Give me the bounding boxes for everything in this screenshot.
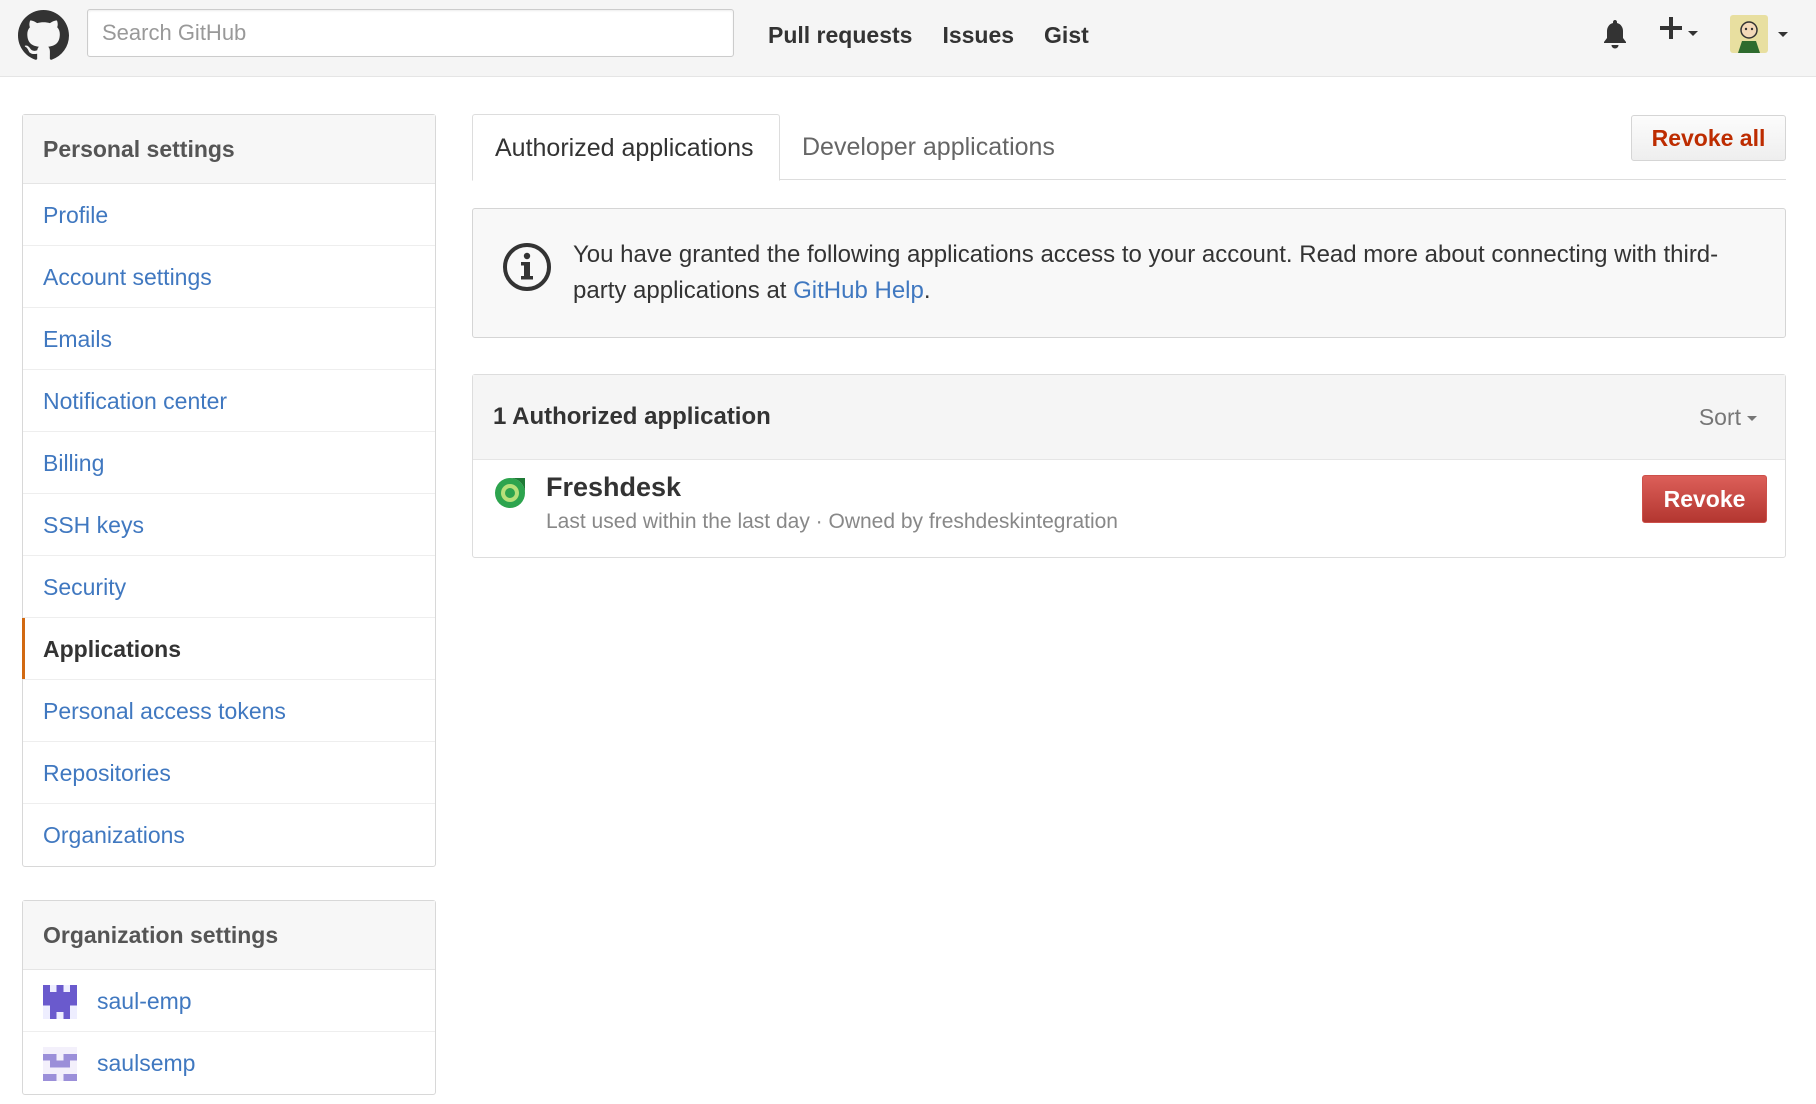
authorized-applications-box: 1 Authorized application Sort Freshdesk … [472,374,1786,558]
sort-label: Sort [1698,404,1741,430]
search-input[interactable] [87,9,734,57]
sort-dropdown[interactable]: Sort [1699,375,1757,459]
org-avatar-icon [43,1047,77,1081]
info-message-suffix: . [923,277,931,304]
app-name[interactable]: Freshdesk [546,472,681,503]
sidebar-item-ssh-keys[interactable]: SSH keys [23,494,435,556]
sidebar-item-emails[interactable]: Emails [23,308,435,370]
freshdesk-logo-icon [495,478,525,508]
app-meta: Last used within the last day · Owned by… [546,510,1118,533]
sidebar-item-applications[interactable]: Applications [22,618,435,680]
sidebar-item-repositories[interactable]: Repositories [23,742,435,804]
organization-settings-menu: Organization settings saul-emp saulsemp [22,900,436,1095]
revoke-all-button[interactable]: Revoke all [1631,115,1786,161]
info-message-text: You have granted the following applicati… [573,241,1719,304]
sidebar-item-profile[interactable]: Profile [23,184,435,246]
sidebar-item-account-settings[interactable]: Account settings [23,246,435,308]
chevron-down-icon [1747,416,1757,422]
info-flash: You have granted the following applicati… [472,208,1786,338]
bell-icon[interactable] [1601,18,1629,50]
tab-developer-applications[interactable]: Developer applications [780,114,1077,181]
sidebar-item-notification-center[interactable]: Notification center [23,370,435,432]
org-name: saul-emp [97,988,192,1014]
revoke-button[interactable]: Revoke [1642,475,1767,523]
sidebar-item-security[interactable]: Security [23,556,435,618]
authorized-count-title: 1 Authorized application [493,403,771,430]
github-help-link[interactable]: GitHub Help [793,277,924,304]
sidebar-item-billing[interactable]: Billing [23,432,435,494]
sidebar-item-personal-access-tokens[interactable]: Personal access tokens [23,680,435,742]
organization-settings-heading: Organization settings [23,901,435,970]
nav-pull-requests[interactable]: Pull requests [768,18,912,52]
header-nav: Pull requests Issues Gist [768,18,1089,52]
personal-settings-heading: Personal settings [23,115,435,184]
list-item: Freshdesk Last used within the last day … [473,460,1785,558]
box-header: 1 Authorized application Sort [473,375,1785,460]
info-icon [503,243,551,291]
org-avatar-icon [43,985,77,1019]
top-header: Pull requests Issues Gist [0,0,1816,77]
sidebar-org-saul-emp[interactable]: saul-emp [23,970,435,1032]
github-logo-icon[interactable] [18,10,69,61]
sidebar-item-organizations[interactable]: Organizations [23,804,435,866]
sidebar-org-saulsemp[interactable]: saulsemp [23,1032,435,1094]
personal-settings-menu: Personal settings Profile Account settin… [22,114,436,867]
info-message: You have granted the following applicati… [573,237,1763,309]
nav-gist[interactable]: Gist [1044,18,1089,52]
tab-authorized-applications[interactable]: Authorized applications [472,114,780,181]
plus-icon[interactable] [1659,14,1705,50]
applications-tabs: Authorized applications Developer applic… [472,114,1786,181]
user-avatar[interactable] [1730,15,1800,53]
nav-issues[interactable]: Issues [942,18,1014,52]
org-name: saulsemp [97,1050,196,1076]
